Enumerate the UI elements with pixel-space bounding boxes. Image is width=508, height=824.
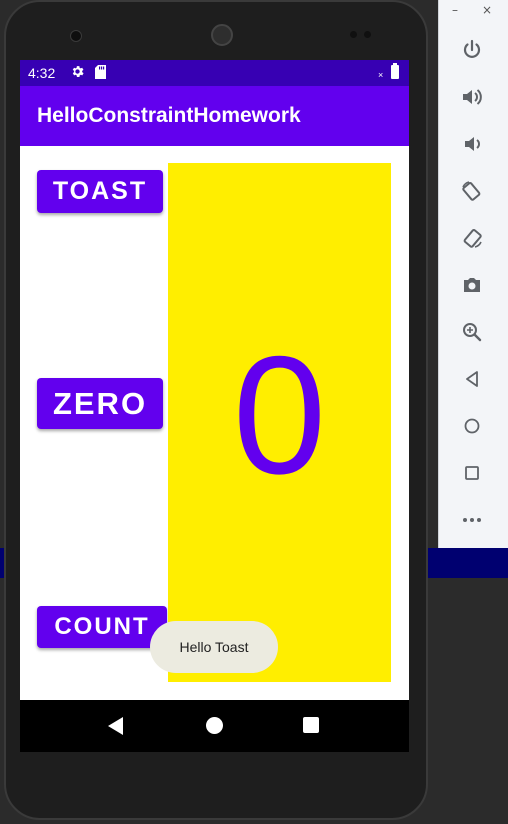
front-camera — [70, 30, 82, 42]
no-signal-icon: × — [378, 70, 384, 80]
status-bar: 4:32 × — [20, 60, 409, 86]
minimize-button[interactable]: – — [452, 3, 458, 17]
zero-button[interactable]: ZERO — [37, 378, 163, 429]
device-screen: 4:32 × HelloConstraintHomework TOAST ZER… — [20, 60, 409, 752]
volume-down-icon[interactable] — [458, 130, 486, 158]
power-icon[interactable] — [458, 36, 486, 64]
gear-icon — [70, 64, 85, 82]
more-icon[interactable] — [458, 506, 486, 534]
app-bar: HelloConstraintHomework — [20, 86, 409, 146]
toast-button[interactable]: TOAST — [37, 170, 163, 213]
light-sensor — [364, 31, 371, 38]
main-content: TOAST ZERO COUNT 0 Hello Toast — [20, 146, 409, 700]
proximity-sensor — [350, 31, 357, 38]
rotate-right-icon[interactable] — [458, 224, 486, 252]
app-title: HelloConstraintHomework — [37, 104, 301, 127]
home-icon[interactable] — [206, 717, 223, 734]
zoom-icon[interactable] — [458, 318, 486, 346]
earpiece-speaker — [211, 24, 233, 46]
count-panel: 0 — [168, 163, 391, 682]
navigation-bar — [20, 700, 409, 752]
overview-icon[interactable] — [458, 459, 486, 487]
count-value: 0 — [232, 321, 327, 509]
close-button[interactable]: × — [482, 3, 492, 17]
home-icon[interactable] — [458, 412, 486, 440]
camera-icon[interactable] — [458, 271, 486, 299]
volume-up-icon[interactable] — [458, 83, 486, 111]
recents-icon[interactable] — [303, 717, 319, 733]
count-button[interactable]: COUNT — [37, 606, 167, 648]
toast-message: Hello Toast — [150, 621, 278, 673]
back-icon[interactable] — [108, 717, 123, 735]
emulator-window-controls: – × — [439, 0, 508, 24]
rotate-left-icon[interactable] — [458, 177, 486, 205]
emulator-toolbar: – × — [438, 0, 508, 548]
battery-icon — [391, 63, 399, 79]
back-icon[interactable] — [458, 365, 486, 393]
sd-card-icon — [95, 65, 106, 82]
status-time: 4:32 — [28, 65, 56, 81]
